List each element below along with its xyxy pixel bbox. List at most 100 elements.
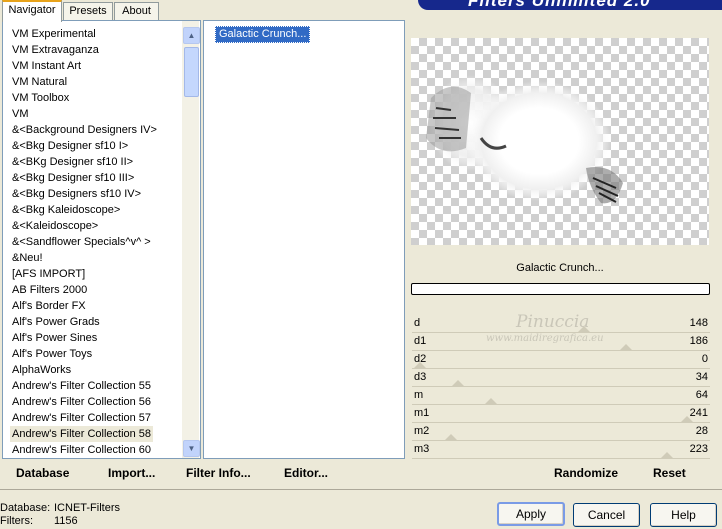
database-button[interactable]: Database <box>16 466 69 480</box>
slider-thumb[interactable] <box>576 326 591 333</box>
help-button[interactable]: Help <box>650 503 717 527</box>
param-value: 64 <box>695 389 708 401</box>
param-value: 28 <box>695 425 708 437</box>
help-button-label: Help <box>671 508 696 522</box>
status-filters: Filters: 1156 <box>0 515 78 527</box>
divider <box>0 489 722 490</box>
category-item[interactable]: VM Experimental <box>12 26 96 42</box>
tab-presets[interactable]: Presets <box>63 2 113 20</box>
status-database: Database: ICNET-Filters <box>0 502 120 514</box>
status-filters-label: Filters: <box>0 515 33 527</box>
category-item[interactable]: &<Bkg Designers sf10 IV> <box>12 186 141 202</box>
param-label: d <box>414 317 421 329</box>
category-item[interactable]: VM Natural <box>12 74 67 90</box>
category-item[interactable]: Alf's Power Toys <box>12 346 92 362</box>
slider-thumb[interactable] <box>413 362 427 369</box>
category-scrollbar[interactable]: ▲ ▼ <box>182 21 200 458</box>
category-item[interactable]: VM Instant Art <box>12 58 81 74</box>
param-m3[interactable]: m3 223 <box>412 441 710 459</box>
banner-title: Filters Unlimited 2.0 <box>468 0 651 10</box>
category-item[interactable]: Andrew's Filter Collection 56 <box>12 394 151 410</box>
param-d3[interactable]: d3 34 <box>412 369 710 387</box>
category-item[interactable]: Andrew's Filter Collection 57 <box>12 410 151 426</box>
progress-bar <box>411 283 710 295</box>
category-item[interactable]: Alf's Power Grads <box>12 314 100 330</box>
category-item[interactable]: &<Background Designers IV> <box>12 122 157 138</box>
param-value: 148 <box>689 317 708 329</box>
param-m2[interactable]: m2 28 <box>412 423 710 441</box>
randomize-button-label: Randomize <box>554 466 619 480</box>
scroll-up-icon[interactable]: ▲ <box>183 27 200 44</box>
preview-filter-name: Galactic Crunch... <box>516 262 604 274</box>
editor-button[interactable]: Editor... <box>284 466 328 480</box>
apply-button[interactable]: Apply <box>497 502 565 526</box>
param-d[interactable]: d 148 <box>412 315 710 333</box>
tab-navigator[interactable]: Navigator <box>2 0 62 22</box>
database-button-label: Database <box>16 466 70 480</box>
category-item[interactable]: VM Extravaganza <box>12 42 99 58</box>
param-m1[interactable]: m1 241 <box>412 405 710 423</box>
title-banner: Filters Unlimited 2.0 <box>418 0 722 10</box>
param-value: 223 <box>689 443 708 455</box>
slider-thumb[interactable] <box>679 416 694 423</box>
category-item[interactable]: &<Bkg Designer sf10 III> <box>12 170 134 186</box>
category-item[interactable]: &<Sandflower Specials^v^ > <box>12 234 151 250</box>
tab-navigator-label: Navigator <box>8 4 56 16</box>
param-m[interactable]: m 64 <box>412 387 710 405</box>
param-value: 0 <box>701 353 708 365</box>
reset-button[interactable]: Reset <box>653 466 686 480</box>
param-d2[interactable]: d2 0 <box>412 351 710 369</box>
param-value: 186 <box>689 335 708 347</box>
slider-thumb[interactable] <box>659 452 674 459</box>
category-item[interactable]: AB Filters 2000 <box>12 282 87 298</box>
category-item[interactable]: Andrew's Filter Collection 58 <box>10 426 154 442</box>
filter-info-button-label: Filter Info... <box>186 466 251 480</box>
cancel-button-label: Cancel <box>587 508 626 522</box>
tab-about-label: About <box>122 5 151 17</box>
status-filters-value: 1156 <box>54 515 78 527</box>
category-item[interactable]: Alf's Border FX <box>12 298 86 314</box>
category-item[interactable]: Alf's Power Sines <box>12 330 97 346</box>
param-value: 34 <box>695 371 708 383</box>
filter-list[interactable] <box>203 20 405 459</box>
slider-thumb[interactable] <box>450 380 465 387</box>
apply-button-label: Apply <box>515 507 547 521</box>
category-item[interactable]: Andrew's Filter Collection 60 <box>12 442 151 458</box>
editor-button-label: Editor... <box>284 466 329 480</box>
category-item[interactable]: &<Bkg Kaleidoscope> <box>12 202 120 218</box>
category-item[interactable]: &<Bkg Designer sf10 I> <box>12 138 128 154</box>
tab-about[interactable]: About <box>114 2 159 20</box>
cancel-button[interactable]: Cancel <box>573 503 640 527</box>
scroll-thumb[interactable] <box>184 47 199 97</box>
import-button-label: Import... <box>108 466 156 480</box>
param-d1[interactable]: d1 186 <box>412 333 710 351</box>
preview-image <box>411 38 709 245</box>
preview-effect <box>426 75 623 204</box>
category-item[interactable]: Andrew's Filter Collection 55 <box>12 378 151 394</box>
tab-presets-label: Presets <box>69 5 107 17</box>
slider-thumb[interactable] <box>483 398 498 405</box>
param-label: m1 <box>414 407 430 419</box>
category-item[interactable]: &<Kaleidoscope> <box>12 218 98 234</box>
category-item[interactable]: VM Toolbox <box>12 90 69 106</box>
randomize-button[interactable]: Randomize <box>554 466 618 480</box>
category-item[interactable]: &<BKg Designer sf10 II> <box>12 154 133 170</box>
filter-item-selected[interactable]: Galactic Crunch... <box>215 26 311 43</box>
slider-thumb[interactable] <box>618 344 633 351</box>
category-item[interactable]: [AFS IMPORT] <box>12 266 85 282</box>
category-item[interactable]: &Neu! <box>12 250 43 266</box>
category-item[interactable]: AlphaWorks <box>12 362 71 378</box>
param-label: m3 <box>414 443 430 455</box>
param-label: m2 <box>414 425 430 437</box>
status-database-value: ICNET-Filters <box>54 502 120 514</box>
category-item[interactable]: VM <box>12 106 29 122</box>
reset-button-label: Reset <box>653 466 686 480</box>
scroll-down-icon[interactable]: ▼ <box>183 440 200 457</box>
filter-info-button[interactable]: Filter Info... <box>186 466 251 480</box>
param-label: d1 <box>414 335 427 347</box>
category-list[interactable]: VM Experimental VM Extravaganza VM Instant… <box>2 20 201 459</box>
param-label: d3 <box>414 371 427 383</box>
status-database-label: Database: <box>0 502 51 514</box>
slider-thumb[interactable] <box>443 434 458 441</box>
import-button[interactable]: Import... <box>108 466 155 480</box>
